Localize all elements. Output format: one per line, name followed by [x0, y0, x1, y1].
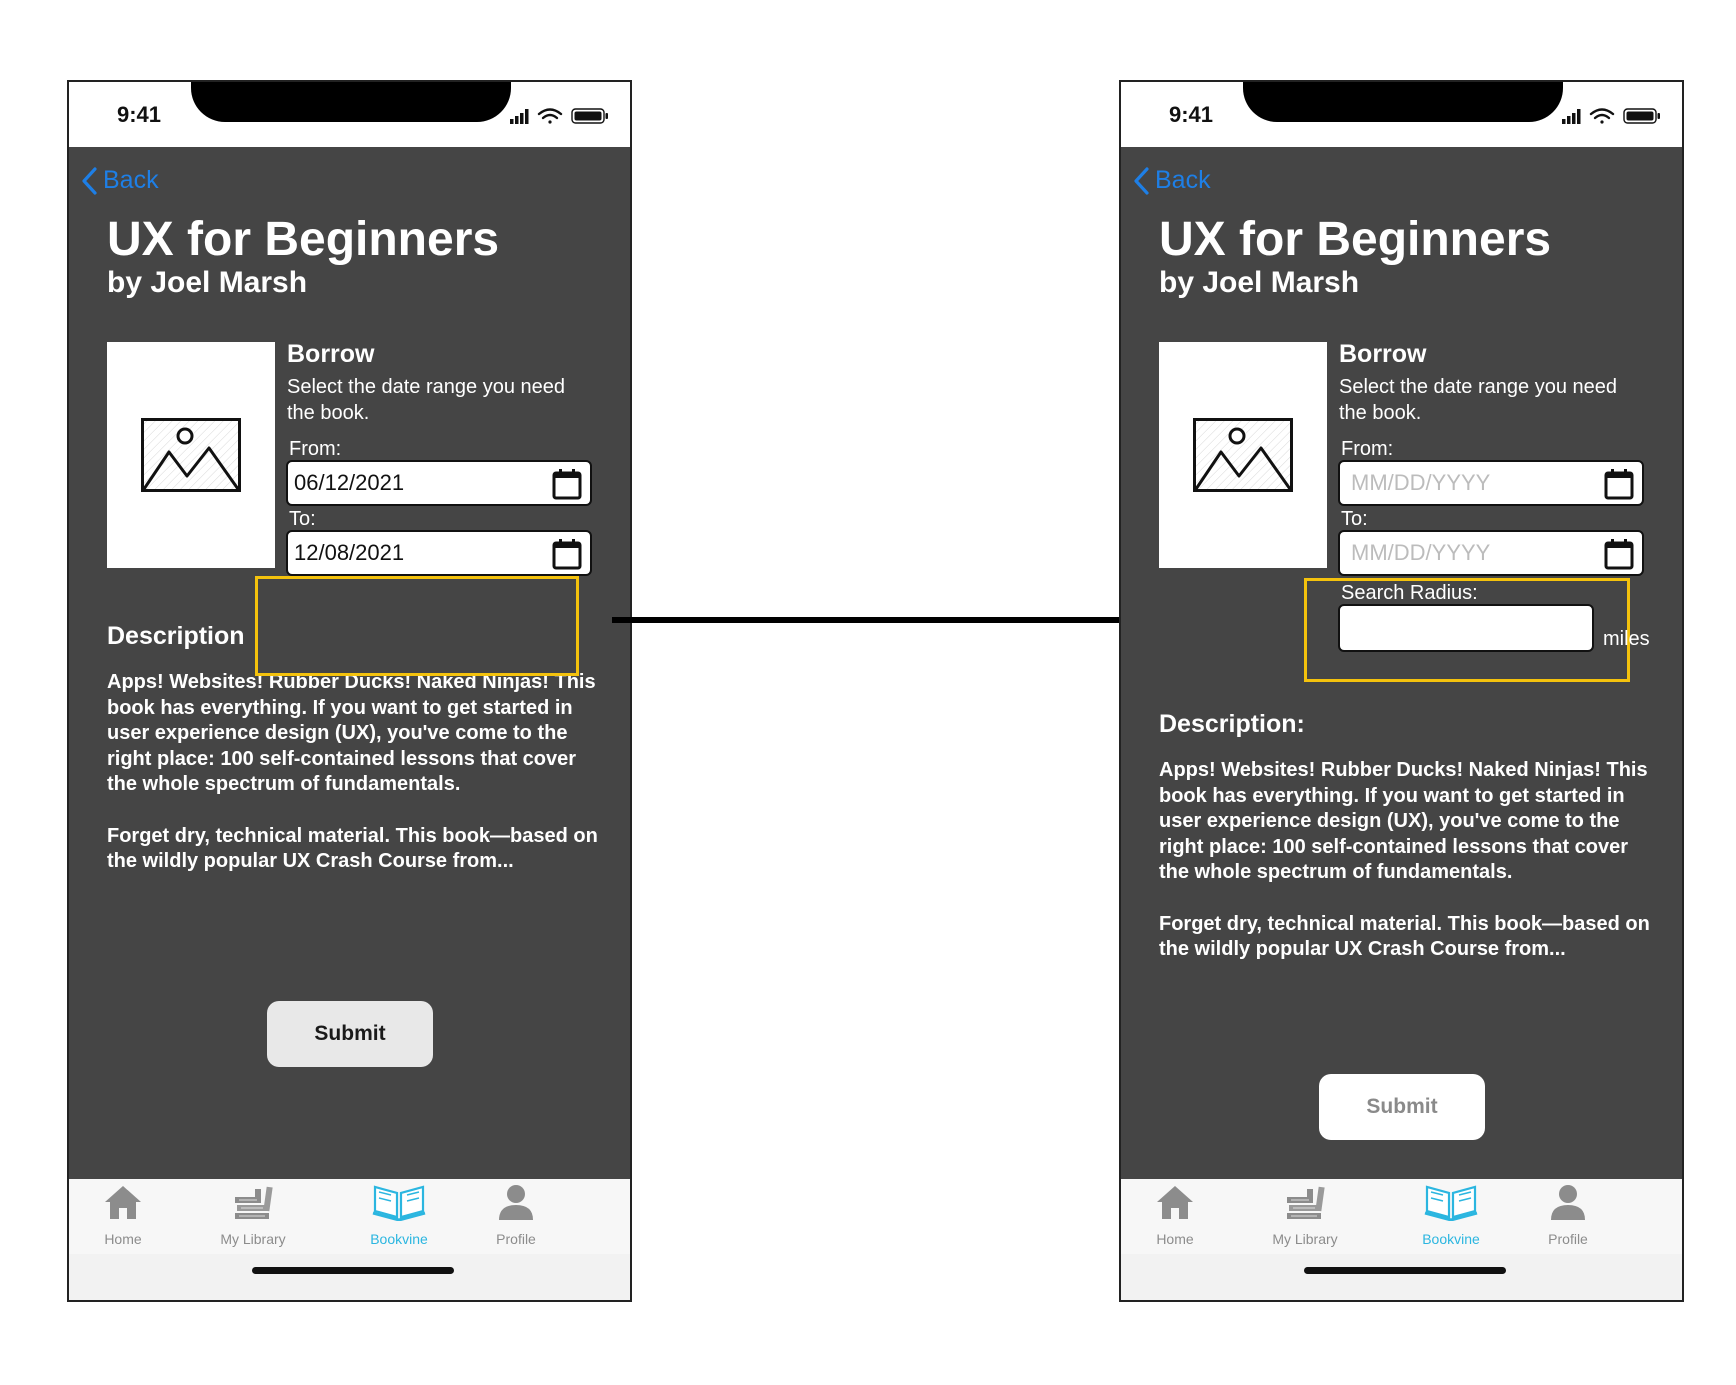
- chevron-left-icon: [82, 166, 97, 195]
- tab-home[interactable]: Home: [69, 1179, 183, 1254]
- to-date-placeholder: MM/DD/YYYY: [1351, 540, 1491, 565]
- search-radius-input[interactable]: [1338, 604, 1594, 652]
- tab-label: Profile: [496, 1231, 536, 1247]
- book-cover: [1159, 342, 1327, 568]
- calendar-icon[interactable]: [552, 538, 582, 570]
- cellular-signal-icon: [510, 109, 529, 124]
- battery-icon: [1623, 108, 1660, 124]
- tab-label: Profile: [1548, 1231, 1588, 1247]
- borrow-heading: Borrow: [1339, 340, 1427, 368]
- book-title: UX for Beginners: [1159, 213, 1552, 266]
- description-heading: Description:: [1159, 710, 1305, 738]
- book-author: by Joel Marsh: [107, 266, 308, 299]
- description-heading: Description: [107, 622, 245, 650]
- calendar-icon[interactable]: [552, 468, 582, 500]
- book-author: by Joel Marsh: [1159, 266, 1360, 299]
- chevron-left-icon: [1134, 166, 1149, 195]
- description-body: Apps! Websites! Rubber Ducks! Naked Ninj…: [107, 670, 607, 875]
- description-paragraph: Forget dry, technical material. This boo…: [107, 824, 598, 873]
- wifi-icon: [1589, 108, 1615, 124]
- from-date-value: 06/12/2021: [294, 470, 405, 495]
- person-icon: [1551, 1185, 1585, 1220]
- search-radius-unit: miles: [1603, 628, 1650, 650]
- to-date-value: 12/08/2021: [294, 540, 405, 565]
- change-highlight-box: [255, 576, 579, 676]
- status-time: 9:41: [1169, 102, 1214, 127]
- to-date-field[interactable]: MM/DD/YYYY: [1338, 530, 1644, 576]
- tab-home[interactable]: Home: [1121, 1179, 1235, 1254]
- wifi-icon: [537, 108, 563, 124]
- to-label: To:: [289, 508, 316, 530]
- status-bar: 9:41: [1121, 82, 1682, 147]
- library-icon: [1287, 1186, 1325, 1219]
- tab-label: Home: [104, 1231, 142, 1247]
- back-button[interactable]: Back: [81, 166, 159, 195]
- from-date-placeholder: MM/DD/YYYY: [1351, 470, 1491, 495]
- tab-bookvine[interactable]: Bookvine: [339, 1179, 459, 1254]
- description-paragraph: Forget dry, technical material. This boo…: [1159, 912, 1650, 961]
- from-date-field[interactable]: 06/12/2021: [286, 460, 592, 506]
- tab-profile[interactable]: Profile: [1508, 1179, 1628, 1254]
- phone-screen-after: 9:41 Back UX for Beginners by Joel Marsh…: [1119, 80, 1684, 1302]
- tab-my-library[interactable]: My Library: [1245, 1179, 1365, 1254]
- borrow-instructions: Select the date range you need the book.: [1339, 376, 1617, 424]
- device-notch: [1243, 82, 1563, 122]
- open-book-icon: [1424, 1185, 1478, 1221]
- from-date-field[interactable]: MM/DD/YYYY: [1338, 460, 1644, 506]
- tab-my-library[interactable]: My Library: [193, 1179, 313, 1254]
- tab-label: My Library: [220, 1231, 286, 1247]
- back-label: Back: [103, 166, 159, 194]
- image-placeholder-icon: [1193, 418, 1293, 492]
- open-book-icon: [372, 1185, 426, 1221]
- submit-button[interactable]: Submit: [1319, 1074, 1485, 1140]
- status-time: 9:41: [117, 102, 162, 127]
- back-label: Back: [1155, 166, 1211, 194]
- tab-label: Bookvine: [370, 1231, 428, 1247]
- tab-label: My Library: [1272, 1231, 1338, 1247]
- tab-label: Home: [1156, 1231, 1194, 1247]
- person-icon: [499, 1185, 533, 1220]
- search-radius-label: Search Radius:: [1341, 582, 1478, 604]
- description-body: Apps! Websites! Rubber Ducks! Naked Ninj…: [1159, 758, 1659, 963]
- tab-bar: Home My Library Bookvine Profile: [1121, 1179, 1682, 1300]
- tab-label: Bookvine: [1422, 1231, 1480, 1247]
- calendar-icon[interactable]: [1604, 538, 1634, 570]
- from-label: From:: [289, 438, 342, 460]
- phone-screen-before: 9:41 Back UX for Beginners by Joel Marsh…: [67, 80, 632, 1302]
- back-button[interactable]: Back: [1133, 166, 1211, 195]
- to-label: To:: [1341, 508, 1368, 530]
- book-cover: [107, 342, 275, 568]
- borrow-instructions: Select the date range you need the book.: [287, 376, 565, 424]
- submit-button[interactable]: Submit: [267, 1001, 433, 1067]
- status-icons: [1562, 108, 1660, 124]
- description-paragraph: Apps! Websites! Rubber Ducks! Naked Ninj…: [1159, 759, 1648, 884]
- home-icon: [1157, 1186, 1193, 1219]
- device-notch: [191, 82, 511, 122]
- description-paragraph: Apps! Websites! Rubber Ducks! Naked Ninj…: [107, 671, 596, 796]
- battery-icon: [571, 108, 608, 124]
- status-bar: 9:41: [69, 82, 630, 147]
- cellular-signal-icon: [1562, 109, 1581, 124]
- book-title: UX for Beginners: [107, 213, 500, 266]
- borrow-heading: Borrow: [287, 340, 375, 368]
- status-icons: [510, 108, 608, 124]
- to-date-field[interactable]: 12/08/2021: [286, 530, 592, 576]
- tab-profile[interactable]: Profile: [456, 1179, 576, 1254]
- calendar-icon[interactable]: [1604, 468, 1634, 500]
- home-indicator: [1304, 1267, 1506, 1274]
- tab-bookvine[interactable]: Bookvine: [1391, 1179, 1511, 1254]
- image-placeholder-icon: [141, 418, 241, 492]
- from-label: From:: [1341, 438, 1394, 460]
- tab-bar: Home My Library Bookvine Profile: [69, 1179, 630, 1300]
- library-icon: [235, 1186, 273, 1219]
- home-indicator: [252, 1267, 454, 1274]
- home-icon: [105, 1186, 141, 1219]
